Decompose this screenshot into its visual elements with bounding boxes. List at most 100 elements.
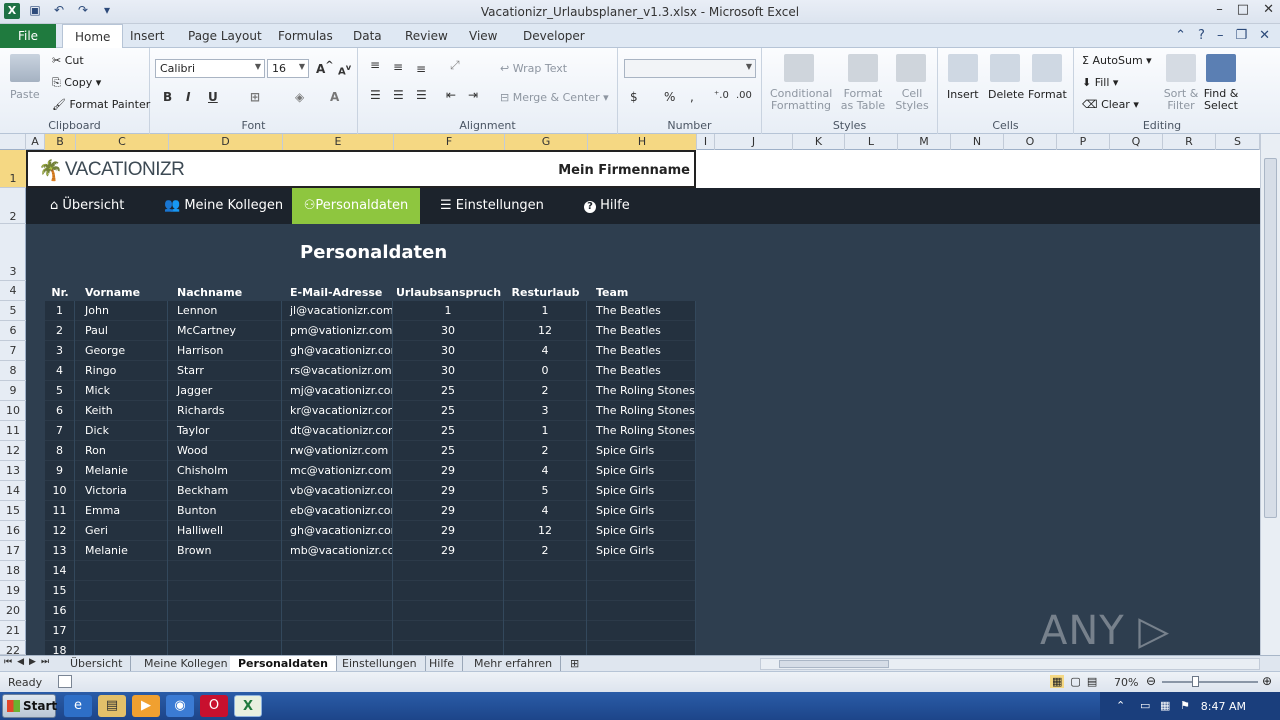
table-row[interactable]: 10 Victoria Beckham vb@vacationizr.com 29 5 Sp… (45, 481, 696, 501)
table-row[interactable]: 4 Ringo Starr rs@vacationizr.om 30 0 The Beatl… (45, 361, 696, 381)
cell-vorname[interactable]: Melanie (75, 461, 168, 481)
nav-personaldaten[interactable]: ⚇Personaldaten (292, 188, 420, 224)
cell-resturlaub[interactable] (504, 641, 587, 655)
table-row[interactable]: 7 Dick Taylor dt@vacationizr.com 25 1 The Roli… (45, 421, 696, 441)
column-header[interactable]: S (1216, 134, 1260, 150)
zoom-in-icon[interactable]: ⊕ (1262, 674, 1272, 688)
cell-urlaubsanspruch[interactable] (393, 621, 504, 641)
decrease-indent-icon[interactable]: ⇤ (446, 88, 456, 102)
next-sheet-icon[interactable]: ▶ (29, 657, 36, 667)
merge-center-button[interactable]: ⊟ Merge & Center ▾ (500, 91, 609, 104)
row-header[interactable]: 3 (0, 224, 26, 281)
font-size-select[interactable]: 16 ▼ (267, 59, 309, 78)
increase-decimal-icon[interactable]: ⁺.0 (714, 90, 729, 101)
cell-vorname[interactable]: Victoria (75, 481, 168, 501)
cell-vorname[interactable]: Ron (75, 441, 168, 461)
align-center-icon[interactable]: ☰ (393, 88, 404, 102)
cell-nachname[interactable]: Richards (168, 401, 282, 421)
cell-team[interactable]: The Roling Stones (587, 401, 696, 421)
format-cells-icon[interactable] (1032, 54, 1062, 82)
cell-nr[interactable]: 8 (45, 441, 75, 461)
cell-email[interactable] (282, 641, 393, 655)
cell-email[interactable]: rw@vationizr.com (282, 441, 393, 461)
row-header[interactable]: 17 (0, 541, 26, 561)
cell-nr[interactable]: 11 (45, 501, 75, 521)
cell-email[interactable]: gh@vacationizr.com (282, 521, 393, 541)
tab-file[interactable]: File (0, 24, 56, 48)
underline-button[interactable]: U (208, 90, 218, 104)
cell-nr[interactable]: 13 (45, 541, 75, 561)
autosum-button[interactable]: Σ AutoSum ▾ (1082, 54, 1152, 67)
paste-icon[interactable] (10, 54, 40, 82)
horizontal-scrollbar[interactable] (760, 658, 1260, 670)
row-header[interactable]: 9 (0, 381, 26, 401)
row-header[interactable]: 18 (0, 561, 26, 581)
cell-vorname[interactable]: Mick (75, 381, 168, 401)
row-header[interactable]: 2 (0, 188, 26, 224)
sheet-tab-meine-kollegen[interactable]: Meine Kollegen (136, 656, 237, 672)
cell-nr[interactable]: 5 (45, 381, 75, 401)
cell-nr[interactable]: 6 (45, 401, 75, 421)
cell-vorname[interactable]: Melanie (75, 541, 168, 561)
tab-developer[interactable]: Developer (523, 24, 585, 48)
row-header[interactable]: 21 (0, 621, 26, 641)
cell-team[interactable]: Spice Girls (587, 481, 696, 501)
cut-button[interactable]: ✂ Cut (52, 54, 84, 67)
cell-vorname[interactable] (75, 561, 168, 581)
row-header[interactable]: 12 (0, 441, 26, 461)
cell-nachname[interactable]: Harrison (168, 341, 282, 361)
cell-resturlaub[interactable]: 4 (504, 341, 587, 361)
cell-nr[interactable]: 16 (45, 601, 75, 621)
cell-vorname[interactable]: Emma (75, 501, 168, 521)
cell-urlaubsanspruch[interactable] (393, 581, 504, 601)
cell-email[interactable]: jl@vacationizr.com (282, 301, 393, 321)
doc-close-icon[interactable]: ✕ (1259, 28, 1270, 43)
page-break-view-icon[interactable]: ▤ (1087, 675, 1097, 688)
row-header[interactable]: 20 (0, 601, 26, 621)
cell-urlaubsanspruch[interactable]: 30 (393, 361, 504, 381)
cell-resturlaub[interactable]: 0 (504, 361, 587, 381)
minimize-ribbon-icon[interactable]: ⌃ (1175, 28, 1186, 43)
sheet-tab-uebersicht[interactable]: Übersicht (62, 656, 132, 672)
doc-restore-icon[interactable]: ❐ (1235, 28, 1247, 43)
row-header[interactable]: 22 (0, 641, 26, 657)
prev-sheet-icon[interactable]: ◀ (17, 657, 24, 667)
cell-email[interactable] (282, 581, 393, 601)
column-header[interactable]: Q (1110, 134, 1163, 150)
page-layout-view-icon[interactable]: ▢ (1070, 675, 1080, 688)
table-row[interactable]: 8 Ron Wood rw@vationizr.com 25 2 Spice Girls (45, 441, 696, 461)
cell-nachname[interactable]: Chisholm (168, 461, 282, 481)
insert-sheet-icon[interactable]: ⊞ (562, 656, 587, 672)
align-right-icon[interactable]: ☰ (416, 88, 427, 102)
cell-vorname[interactable]: Ringo (75, 361, 168, 381)
tab-review[interactable]: Review (405, 24, 448, 48)
delete-cells-icon[interactable] (990, 54, 1020, 82)
tab-view[interactable]: View (469, 24, 497, 48)
cell-urlaubsanspruch[interactable]: 25 (393, 381, 504, 401)
cell-nr[interactable]: 3 (45, 341, 75, 361)
column-header[interactable]: H (588, 134, 697, 150)
row-header[interactable]: 5 (0, 301, 26, 321)
cell-email[interactable] (282, 561, 393, 581)
cell-resturlaub[interactable] (504, 561, 587, 581)
doc-minimize-icon[interactable]: – (1217, 28, 1224, 43)
wrap-text-button[interactable]: ↩ Wrap Text (500, 62, 567, 75)
column-header[interactable]: K (793, 134, 845, 150)
cell-team[interactable]: Spice Girls (587, 441, 696, 461)
sort-filter-button[interactable]: Sort & Filter (1160, 88, 1202, 112)
ie-icon[interactable]: e (64, 695, 92, 717)
format-as-table-button[interactable]: Format as Table (836, 88, 890, 112)
font-color-icon[interactable]: A (330, 90, 339, 104)
cell-nachname[interactable]: Halliwell (168, 521, 282, 541)
table-row[interactable]: 2 Paul McCartney pm@vationizr.com 30 12 The Be… (45, 321, 696, 341)
cell-nachname[interactable]: Lennon (168, 301, 282, 321)
column-header[interactable]: D (169, 134, 283, 150)
opera-icon[interactable]: O (200, 695, 228, 717)
cell-resturlaub[interactable] (504, 621, 587, 641)
cell-team[interactable]: Spice Girls (587, 521, 696, 541)
percent-button[interactable]: % (664, 90, 675, 104)
zoom-slider-knob[interactable] (1192, 676, 1199, 687)
column-header[interactable]: O (1004, 134, 1057, 150)
cell-email[interactable] (282, 601, 393, 621)
cell-nachname[interactable] (168, 561, 282, 581)
